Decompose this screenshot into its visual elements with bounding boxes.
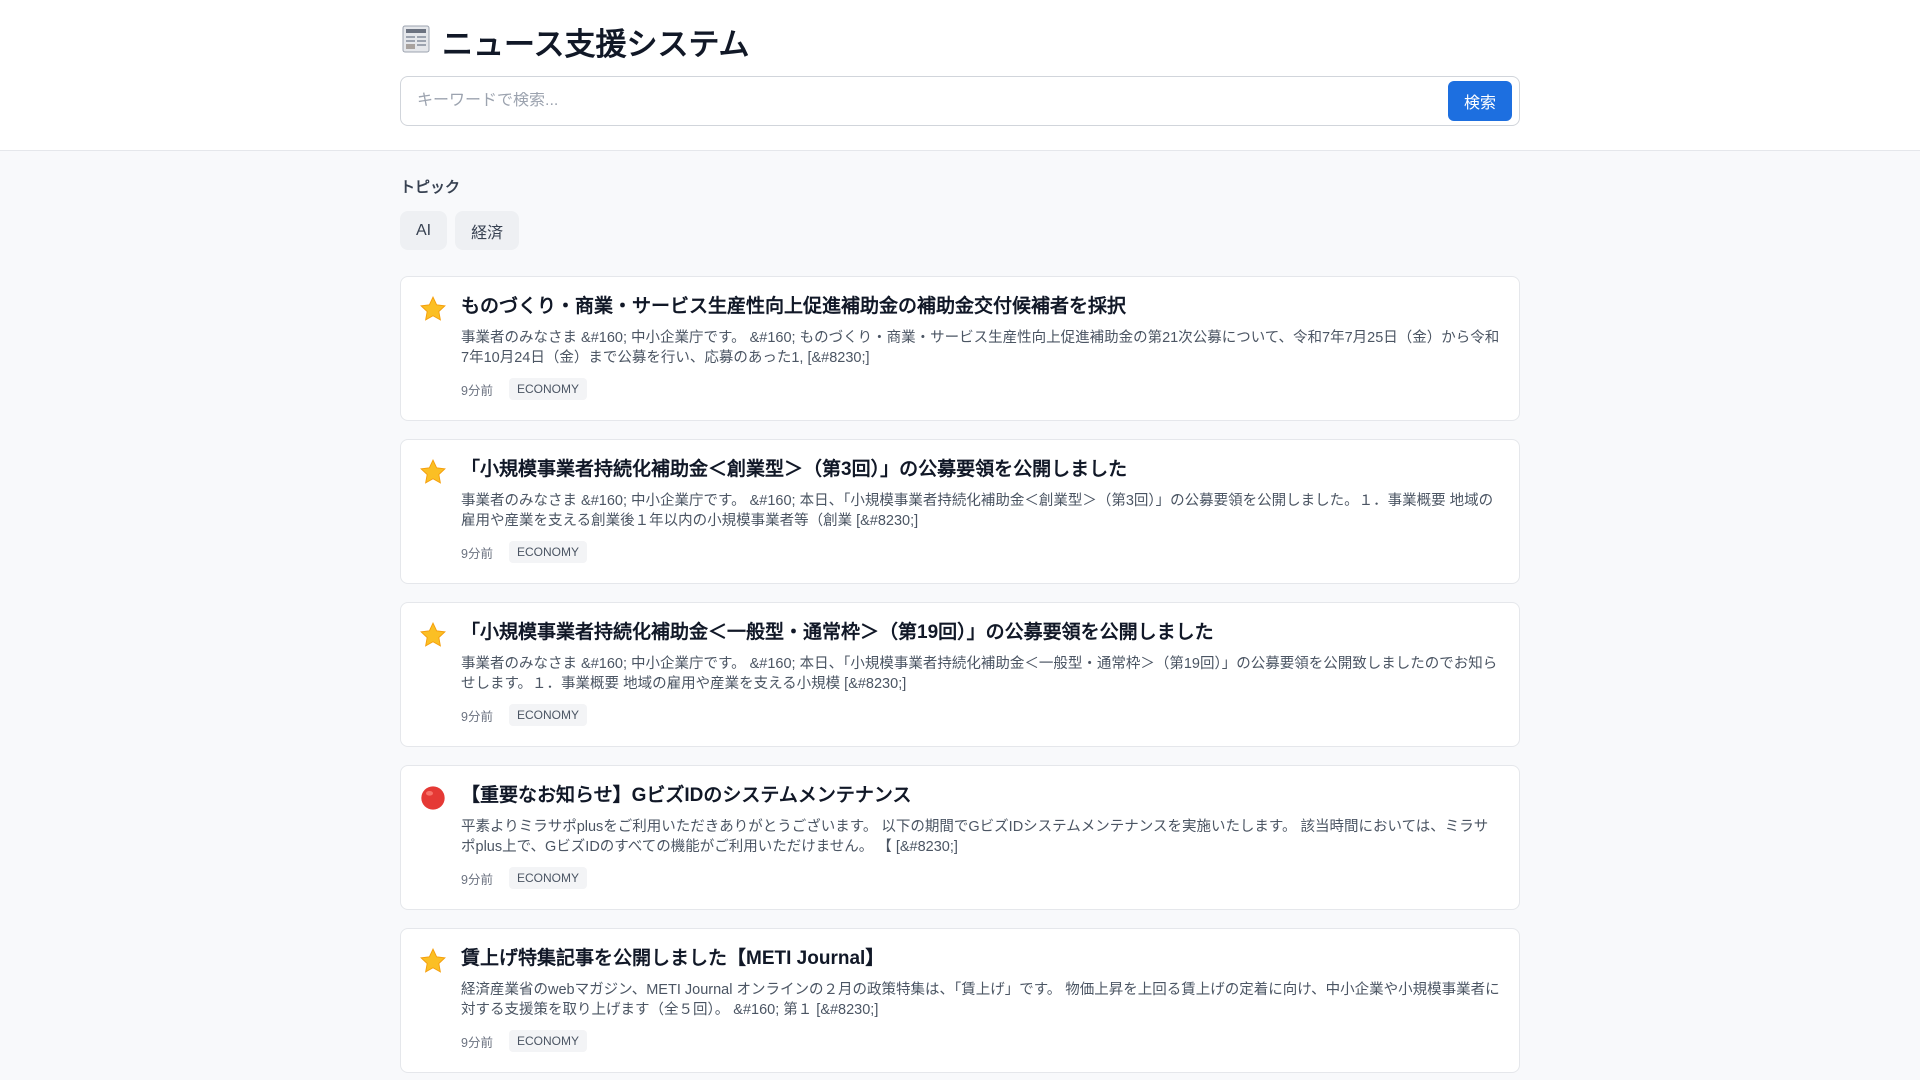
search-input[interactable] xyxy=(417,92,1448,110)
article-time: 9分前 xyxy=(461,383,493,398)
star-icon xyxy=(419,456,449,567)
topic-chips: AI 経済 xyxy=(400,211,1520,250)
article-title[interactable]: 「小規模事業者持続化補助金＜創業型＞（第3回）」の公募要領を公開しました xyxy=(461,456,1501,484)
red-circle-icon xyxy=(419,782,449,893)
article-list: ものづくり・商業・サービス生産性向上促進補助金の補助金交付候補者を採択 事業者の… xyxy=(400,276,1520,1073)
article-card[interactable]: ものづくり・商業・サービス生産性向上促進補助金の補助金交付候補者を採択 事業者の… xyxy=(400,276,1520,421)
article-time: 9分前 xyxy=(461,1035,493,1050)
page-title: ニュース支援システム xyxy=(442,26,750,62)
article-card[interactable]: 賃上げ特集記事を公開しました【METI Journal】 経済産業省のwebマガ… xyxy=(400,928,1520,1073)
article-tag: ECONOMY xyxy=(508,541,587,563)
article-summary: 経済産業省のwebマガジン、METI Journal オンラインの２月の政策特集… xyxy=(461,982,1500,1018)
article-tag: ECONOMY xyxy=(508,704,587,726)
topic-chip-economy[interactable]: 経済 xyxy=(455,211,520,250)
article-card[interactable]: 「小規模事業者持続化補助金＜一般型・通常枠＞（第19回）」の公募要領を公開しまし… xyxy=(400,602,1520,747)
star-icon xyxy=(419,619,449,730)
topics-label: トピック xyxy=(400,179,461,196)
article-summary: 事業者のみなさま &#160; 中小企業庁です。 &#160; ものづくり・商業… xyxy=(461,330,1500,366)
article-tag: ECONOMY xyxy=(508,1030,587,1052)
header: ニュース支援システム 検索 xyxy=(0,0,1920,151)
newspaper-icon xyxy=(400,23,432,60)
app-title: ニュース支援システム xyxy=(400,0,1520,62)
article-time: 9分前 xyxy=(461,546,493,561)
article-summary: 事業者のみなさま &#160; 中小企業庁です。 &#160; 本日、「小規模事… xyxy=(461,656,1498,692)
article-tag: ECONOMY xyxy=(508,867,587,889)
article-title[interactable]: 「小規模事業者持続化補助金＜一般型・通常枠＞（第19回）」の公募要領を公開しまし… xyxy=(461,619,1501,647)
star-icon xyxy=(419,945,449,1056)
article-time: 9分前 xyxy=(461,872,493,887)
article-summary: 事業者のみなさま &#160; 中小企業庁です。 &#160; 本日、「小規模事… xyxy=(461,493,1494,529)
star-icon xyxy=(419,293,449,404)
article-title[interactable]: ものづくり・商業・サービス生産性向上促進補助金の補助金交付候補者を採択 xyxy=(461,293,1501,321)
search-bar: 検索 xyxy=(400,76,1520,126)
article-card[interactable]: 「小規模事業者持続化補助金＜創業型＞（第3回）」の公募要領を公開しました 事業者… xyxy=(400,439,1520,584)
search-button[interactable]: 検索 xyxy=(1448,81,1512,121)
main: トピック AI 経済 ものづくり・商業・サービス生産性向上促進補助金の補助金交付… xyxy=(400,176,1520,1073)
article-tag: ECONOMY xyxy=(508,378,587,400)
article-title[interactable]: 【重要なお知らせ】GビズIDのシステムメンテナンス xyxy=(461,782,1501,810)
article-time: 9分前 xyxy=(461,709,493,724)
article-title[interactable]: 賃上げ特集記事を公開しました【METI Journal】 xyxy=(461,945,1501,973)
topic-chip-ai[interactable]: AI xyxy=(400,211,448,250)
article-summary: 平素よりミラサポplusをご利用いただきありがとうございます。 以下の期間でGビ… xyxy=(461,819,1489,855)
article-card[interactable]: 【重要なお知らせ】GビズIDのシステムメンテナンス 平素よりミラサポplusをご… xyxy=(400,765,1520,910)
